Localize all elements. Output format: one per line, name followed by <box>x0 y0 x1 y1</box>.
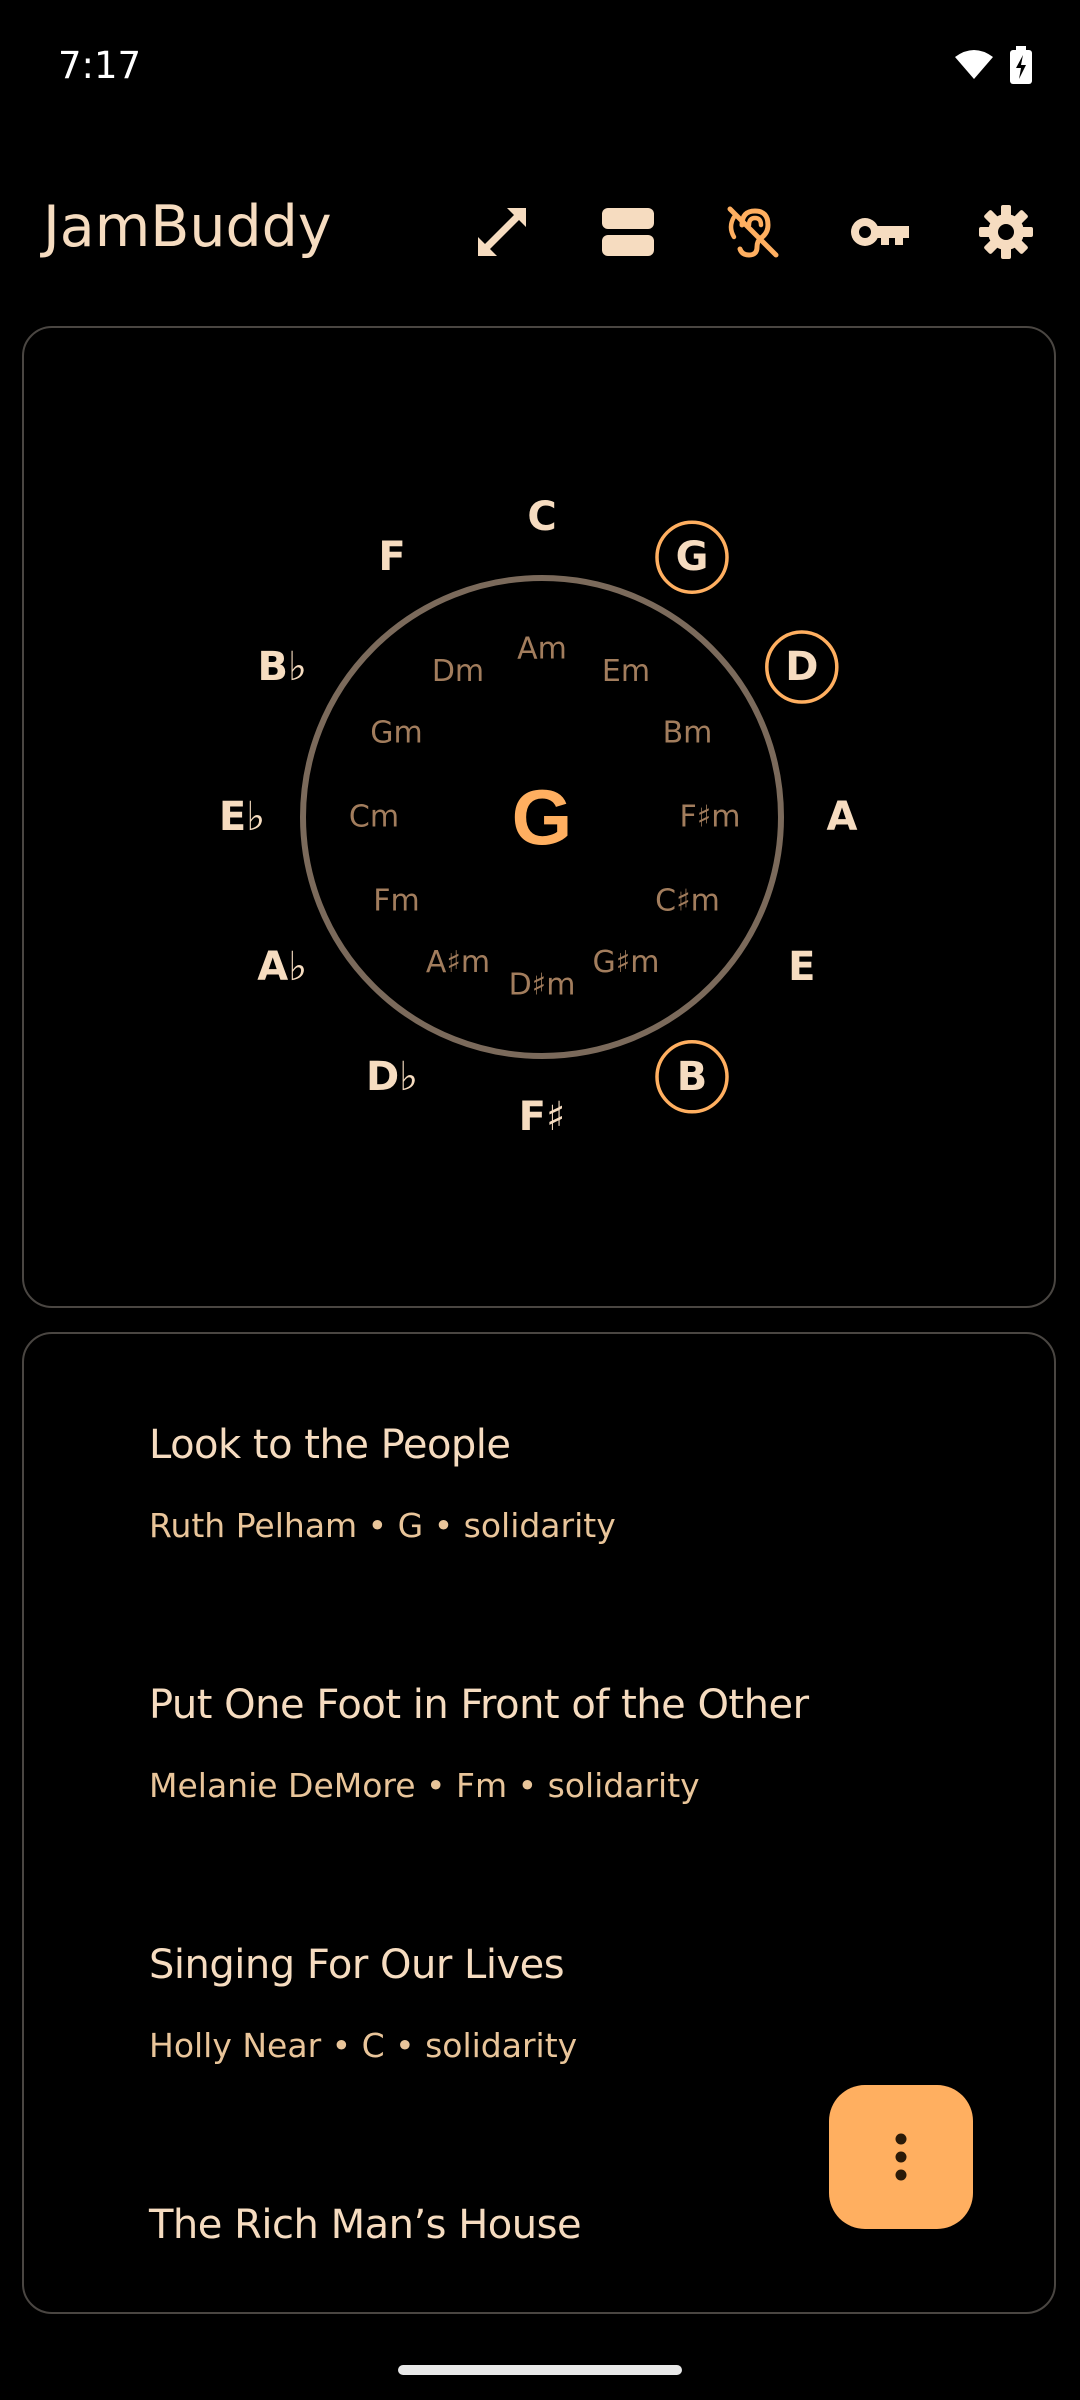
major-key-4[interactable]: E <box>788 944 815 990</box>
minor-key-9[interactable]: Cm <box>349 800 399 835</box>
song-item[interactable]: The Rich Man’s House <box>149 2202 949 2248</box>
key-icon <box>851 218 909 246</box>
major-key-2[interactable]: D <box>785 644 818 690</box>
hearing-off-button[interactable] <box>713 192 793 272</box>
status-bar: 7:17 <box>0 0 1080 130</box>
song-item[interactable]: Put One Foot in Front of the Other Melan… <box>149 1682 949 1805</box>
home-indicator[interactable] <box>398 2365 682 2375</box>
hearing-disabled-icon <box>727 206 779 258</box>
minor-key-7[interactable]: A♯m <box>426 945 490 980</box>
minor-key-1[interactable]: Em <box>602 654 650 689</box>
song-title: The Rich Man’s House <box>149 2202 582 2248</box>
app-title: JamBuddy <box>43 194 332 260</box>
minor-key-11[interactable]: Dm <box>432 654 484 689</box>
song-title: Put One Foot in Front of the Other <box>149 1682 809 1728</box>
layout-button[interactable] <box>588 192 668 272</box>
major-key-6[interactable]: F♯ <box>519 1094 566 1140</box>
minor-key-2[interactable]: Bm <box>663 716 713 751</box>
major-key-10[interactable]: B♭ <box>258 644 307 690</box>
minor-key-3[interactable]: F♯m <box>680 800 741 835</box>
battery-charging-icon <box>1010 46 1032 84</box>
song-item[interactable]: Look to the People Ruth Pelham • G • sol… <box>149 1422 949 1545</box>
minor-key-6[interactable]: D♯m <box>509 968 576 1003</box>
major-key-11[interactable]: F <box>378 534 405 580</box>
song-meta: Ruth Pelham • G • solidarity <box>149 1506 616 1545</box>
settings-button[interactable] <box>966 192 1046 272</box>
fullscreen-button[interactable] <box>462 192 542 272</box>
major-key-3[interactable]: A <box>827 794 858 840</box>
major-key-7[interactable]: D♭ <box>366 1054 418 1100</box>
minor-key-10[interactable]: Gm <box>370 716 422 751</box>
current-key-label: G <box>512 773 573 861</box>
major-key-9[interactable]: E♭ <box>219 794 265 840</box>
major-key-1[interactable]: G <box>676 534 709 580</box>
more-vertical-icon <box>895 2133 907 2181</box>
song-meta: Holly Near • C • solidarity <box>149 2026 578 2065</box>
song-item[interactable]: Singing For Our Lives Holly Near • C • s… <box>149 1942 949 2065</box>
circle-of-fifths: C G D A E B F♯ D♭ A♭ E♭ B♭ F Am Em Bm F♯m C♯m G♯m D♯m A♯mFm… <box>219 494 858 1140</box>
major-key-8[interactable]: A♭ <box>257 944 307 990</box>
circle-of-fifths-card: C G D A E B F♯ D♭ A♭ E♭ B♭ F Am Em Bm F♯m C♯m G♯m D♯m A♯m Fm… <box>22 326 1056 1308</box>
status-time: 7:17 <box>58 44 142 87</box>
more-options-button[interactable] <box>829 2085 973 2229</box>
app-bar: JamBuddy <box>0 170 1080 290</box>
song-meta: Melanie DeMore • Fm • solidarity <box>149 1766 700 1805</box>
split-view-icon <box>602 208 654 256</box>
expand-diagonal-icon <box>478 208 526 256</box>
song-title: Singing For Our Lives <box>149 1942 565 1988</box>
key-button[interactable] <box>840 192 920 272</box>
wifi-icon <box>955 50 993 79</box>
song-title: Look to the People <box>149 1422 511 1468</box>
major-key-5[interactable]: B <box>677 1054 708 1100</box>
status-icons <box>954 46 1032 84</box>
minor-key-0[interactable]: Am <box>517 632 567 667</box>
minor-key-5[interactable]: G♯m <box>593 945 660 980</box>
minor-key-8[interactable]: Fm <box>373 884 419 919</box>
minor-key-4[interactable]: C♯m <box>655 884 720 919</box>
gear-icon <box>979 205 1033 259</box>
major-key-0[interactable]: C <box>527 494 556 540</box>
